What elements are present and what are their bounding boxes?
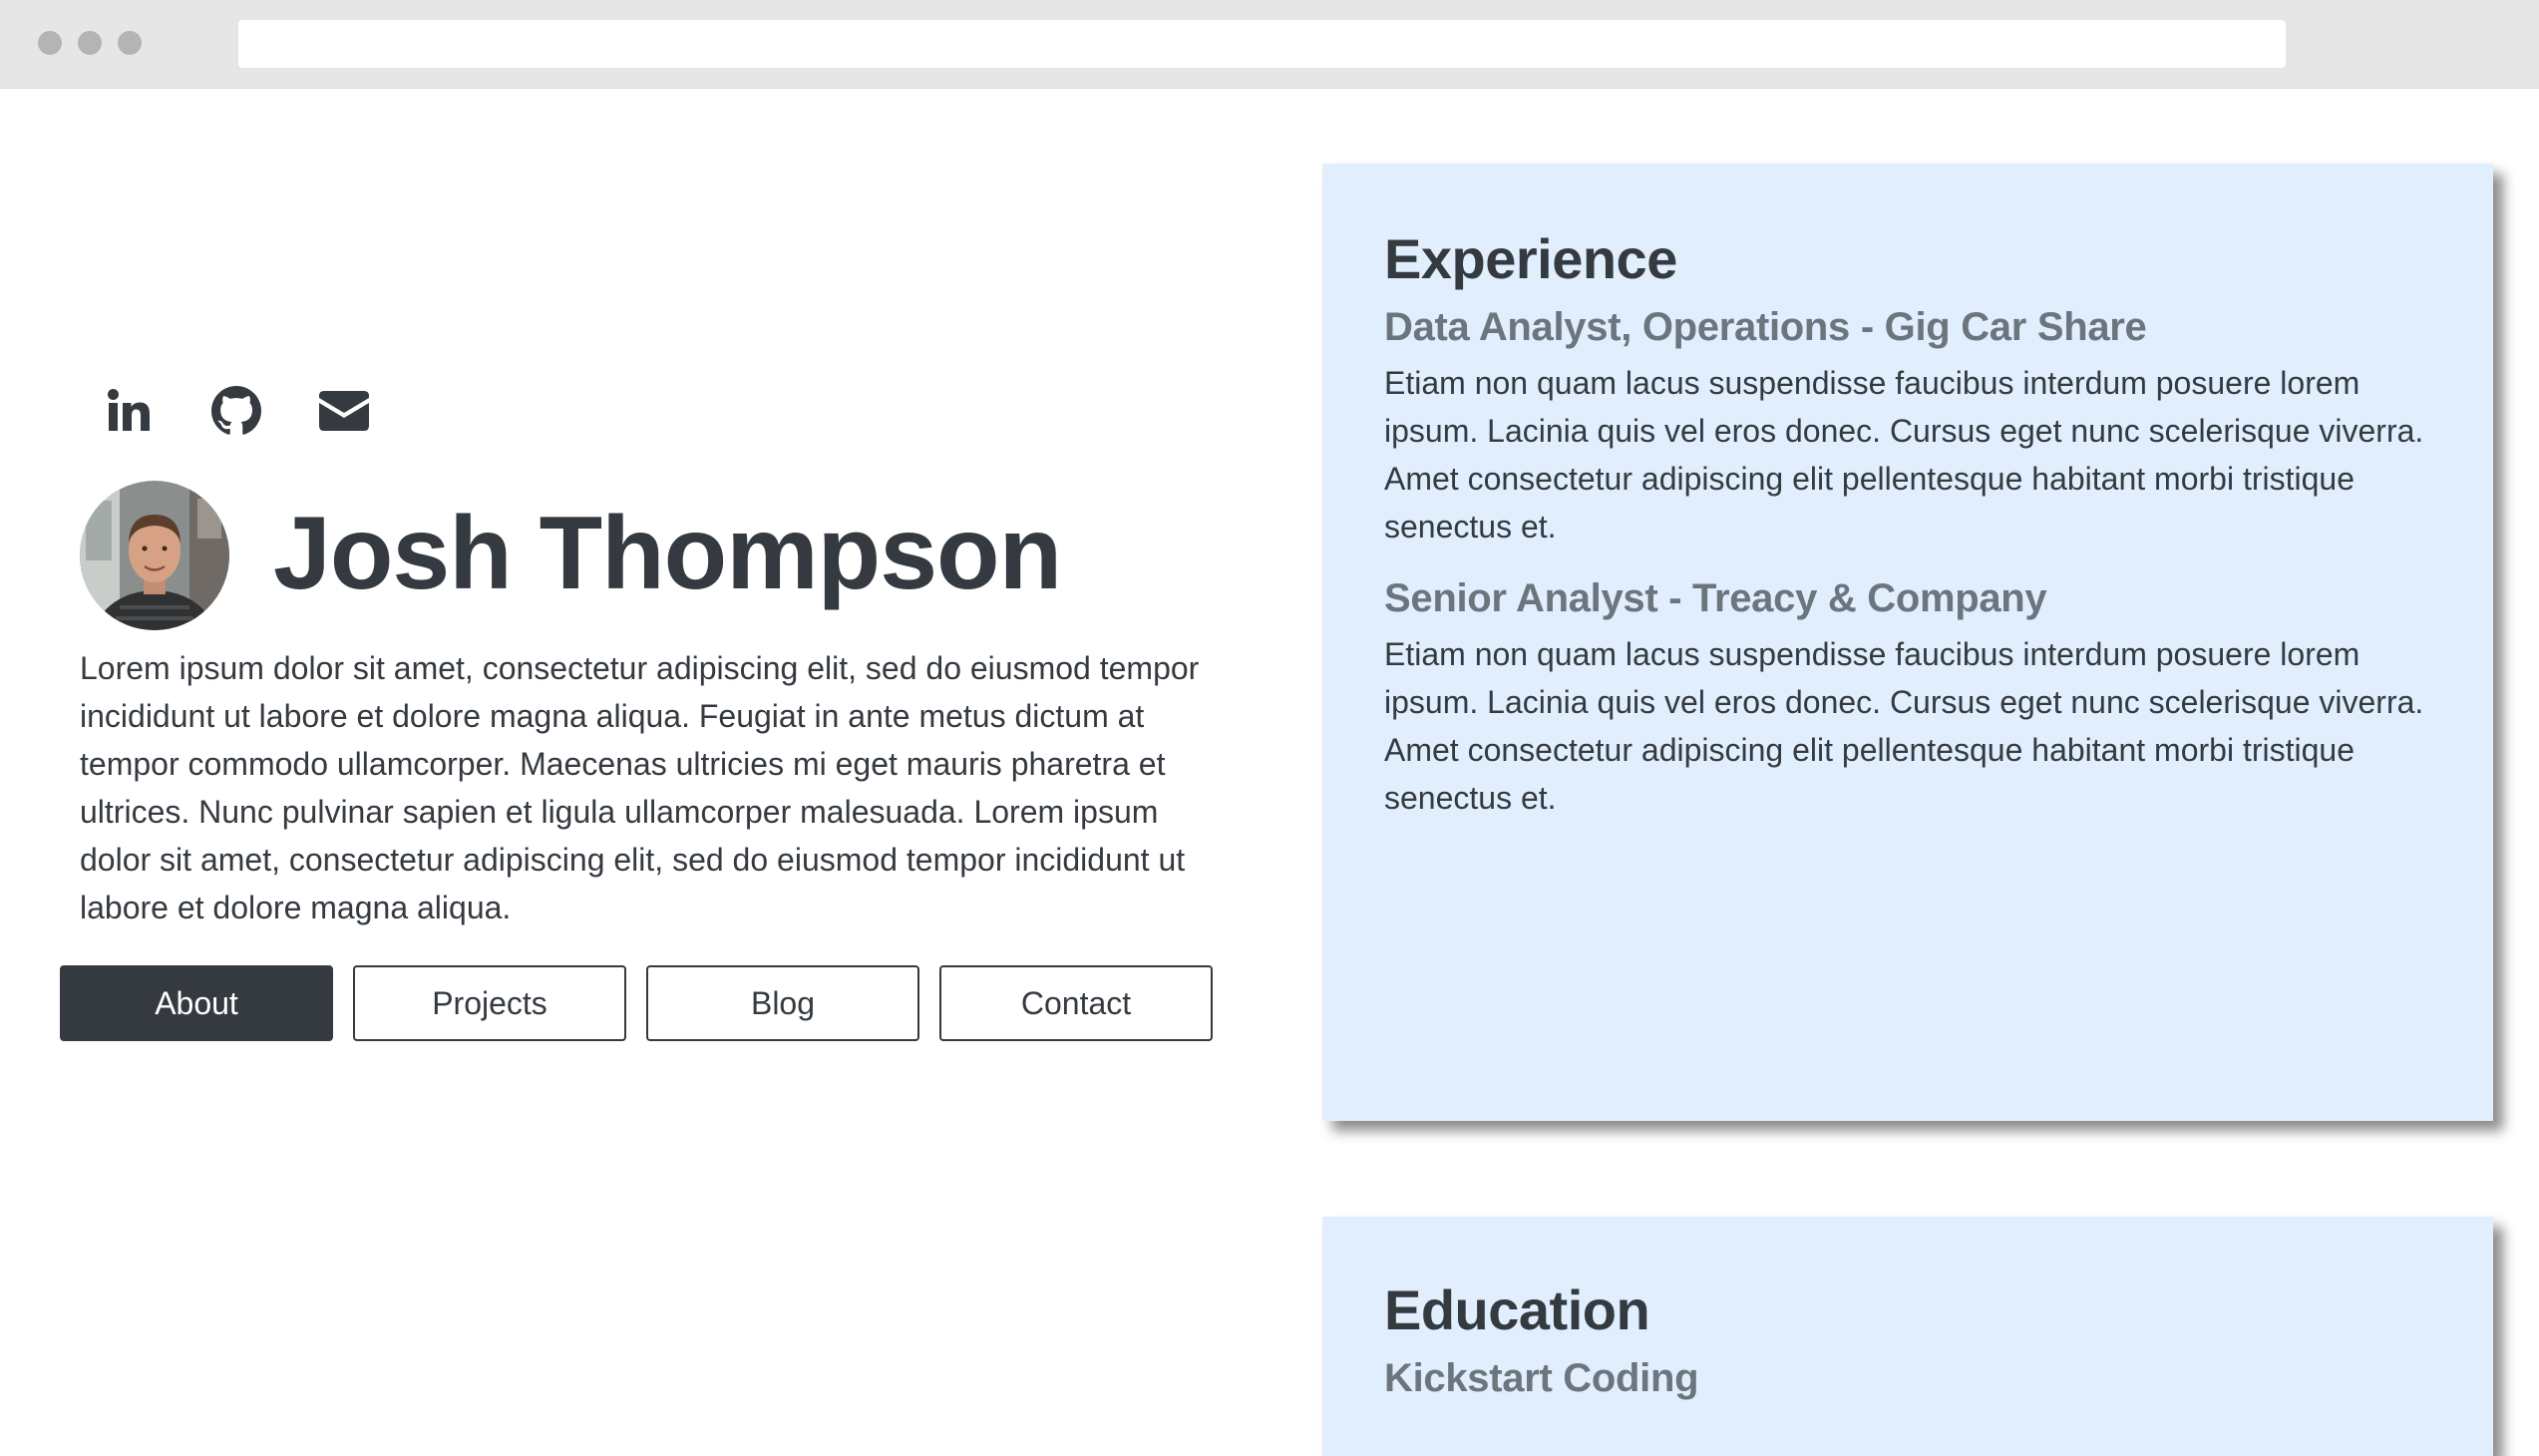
social-links xyxy=(100,382,423,440)
projects-button[interactable]: Projects xyxy=(353,965,626,1041)
blog-button[interactable]: Blog xyxy=(646,965,919,1041)
linkedin-icon[interactable] xyxy=(100,382,158,440)
job-title: Senior Analyst - Treacy & Company xyxy=(1384,576,2047,620)
bio-text: Lorem ipsum dolor sit amet, consectetur … xyxy=(80,650,1200,925)
job-title: Data Analyst, Operations - Gig Car Share xyxy=(1384,305,2147,349)
education-heading: Education xyxy=(1384,1278,1650,1341)
experience-heading: Experience xyxy=(1384,227,1677,290)
envelope-icon[interactable] xyxy=(315,382,373,440)
experience-card: Experience Data Analyst, Operations - Gi… xyxy=(1322,164,2493,1121)
address-bar[interactable] xyxy=(238,20,2286,68)
job-description: Etiam non quam lacus suspendisse faucibu… xyxy=(1384,365,2424,545)
avatar xyxy=(80,481,229,630)
nav-buttons: About Projects Blog Contact xyxy=(60,965,1233,1041)
window-close-dot[interactable] xyxy=(38,31,62,55)
contact-button[interactable]: Contact xyxy=(939,965,1213,1041)
school-name: Kickstart Coding xyxy=(1384,1356,1699,1400)
about-button[interactable]: About xyxy=(60,965,333,1041)
window-maximize-dot[interactable] xyxy=(118,31,142,55)
window-minimize-dot[interactable] xyxy=(78,31,102,55)
job-description: Etiam non quam lacus suspendisse faucibu… xyxy=(1384,636,2424,816)
education-card: Education Kickstart Coding xyxy=(1322,1217,2493,1456)
github-icon[interactable] xyxy=(207,382,265,440)
browser-toolbar xyxy=(0,0,2539,89)
page-title: Josh Thompson xyxy=(273,496,1062,611)
